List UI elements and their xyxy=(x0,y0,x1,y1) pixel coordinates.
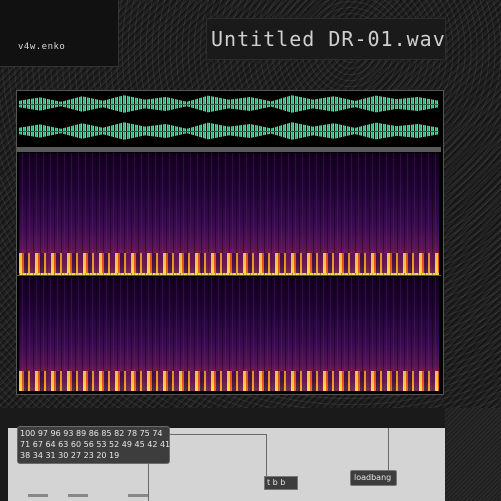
patch-cord xyxy=(266,434,267,476)
logo-panel: v4w.enko xyxy=(0,0,119,67)
object-inlet xyxy=(28,494,48,497)
message-line-2: 71 67 64 63 60 56 53 52 49 45 42 41 xyxy=(20,440,171,449)
spectrogram-channel-2-lowband xyxy=(19,371,439,391)
right-frame-strip xyxy=(445,408,501,501)
logo-text: v4w.enko xyxy=(18,42,66,52)
object-inlet xyxy=(68,494,88,497)
file-title: Untitled DR-01.wav xyxy=(211,27,446,51)
spectrogram-divider xyxy=(17,275,441,276)
message-line-3: 38 34 31 30 27 23 20 19 xyxy=(20,451,120,460)
file-title-panel: Untitled DR-01.wav xyxy=(206,18,446,60)
spectrogram-channel-1-lowband xyxy=(19,253,439,273)
display-scrollbar[interactable] xyxy=(17,147,441,152)
waveform-channel-2-centerline xyxy=(19,131,439,132)
message-line-1: 100 97 96 93 89 86 85 82 78 75 74 xyxy=(20,429,163,438)
waveform-spectrogram-display[interactable] xyxy=(16,90,444,395)
trigger-object[interactable]: t b b xyxy=(264,476,298,490)
message-box[interactable]: 100 97 96 93 89 86 85 82 78 75 74 71 67 … xyxy=(17,426,170,464)
object-inlet xyxy=(128,494,148,497)
loadbang-object[interactable]: loadbang xyxy=(350,470,397,486)
waveform-channel-1-centerline xyxy=(19,104,439,105)
